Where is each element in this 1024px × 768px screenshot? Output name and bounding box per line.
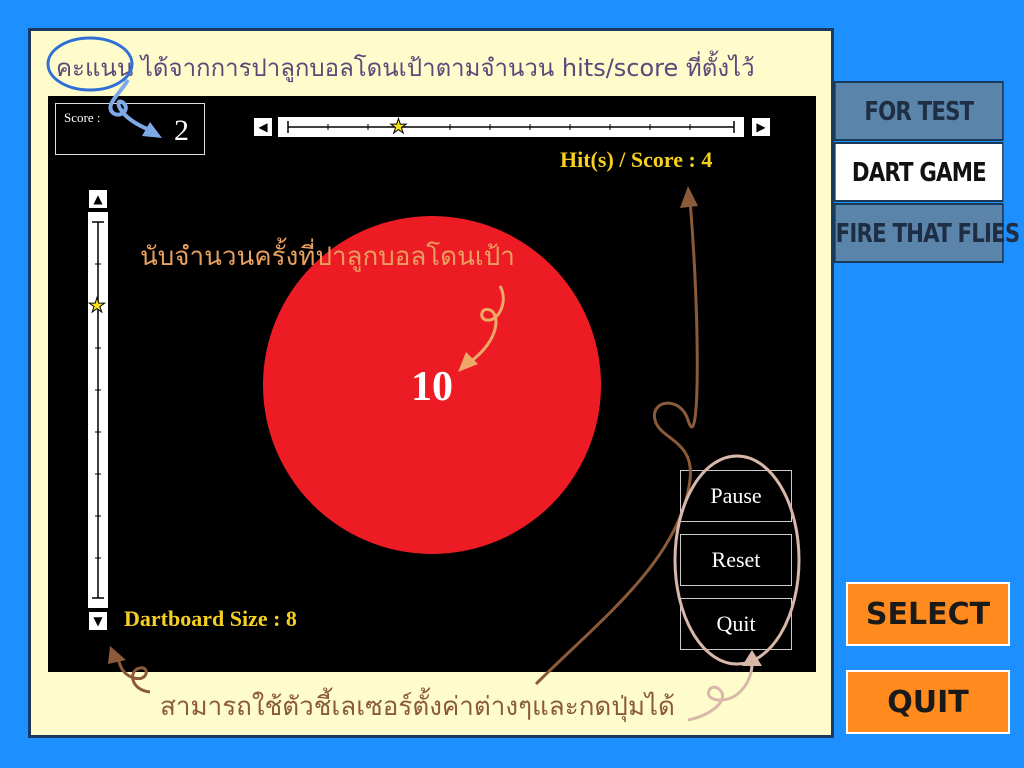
hit-count: 10 <box>411 364 453 410</box>
pause-button[interactable]: Pause <box>680 470 792 522</box>
hits-per-score-label: Hit(s) / Score : 4 <box>560 147 712 173</box>
hits-label-text: Hit(s) / Score : <box>560 147 696 172</box>
laser-pointer-note: สามารถใช้ตัวชี้เลเซอร์ตั้งค่าต่างๆและกดป… <box>160 692 675 722</box>
quit-button[interactable]: QUIT <box>846 670 1010 734</box>
slider-ticks <box>92 221 104 599</box>
score-explanation-note: คะแนน ได้จากการปาลูกบอลโดนเป้าตามจำนวน h… <box>56 54 755 82</box>
score-box: Score : 2 <box>55 103 205 155</box>
slider-right-arrow-icon[interactable]: ▶ <box>752 118 770 136</box>
dartboard-label-text: Dartboard Size : <box>124 606 281 631</box>
score-label: Score : <box>64 110 101 125</box>
select-button[interactable]: SELECT <box>846 582 1010 646</box>
hits-value: 4 <box>701 147 713 172</box>
game-quit-button[interactable]: Quit <box>680 598 792 650</box>
reset-button[interactable]: Reset <box>680 534 792 586</box>
hits-per-score-slider[interactable]: ◀ ★ ▶ <box>254 116 772 137</box>
slider-down-arrow-icon[interactable]: ▼ <box>89 612 107 630</box>
score-value: 2 <box>174 114 189 147</box>
dartboard-size-slider[interactable]: ▲ ★ ▼ <box>88 188 108 634</box>
dartboard-size-label: Dartboard Size : 8 <box>124 606 297 632</box>
slider-thumb-star-icon[interactable]: ★ <box>389 116 408 137</box>
hit-count-note: นับจำนวนครั้งที่ปาลูกบอลโดนเป้า <box>140 242 515 272</box>
slider-up-arrow-icon[interactable]: ▲ <box>89 190 107 208</box>
dartboard-size-value: 8 <box>285 606 297 631</box>
menu-item-fire-that-flies[interactable]: FIRE THAT FLIES <box>834 203 1020 263</box>
menu-item-dart-game[interactable]: DART GAME <box>834 142 1004 202</box>
slider-left-arrow-icon[interactable]: ◀ <box>254 118 272 136</box>
slider-ticks <box>287 121 735 133</box>
slider-thumb-star-icon[interactable]: ★ <box>88 294 107 315</box>
menu-item-for-test[interactable]: FOR TEST <box>834 81 1004 141</box>
